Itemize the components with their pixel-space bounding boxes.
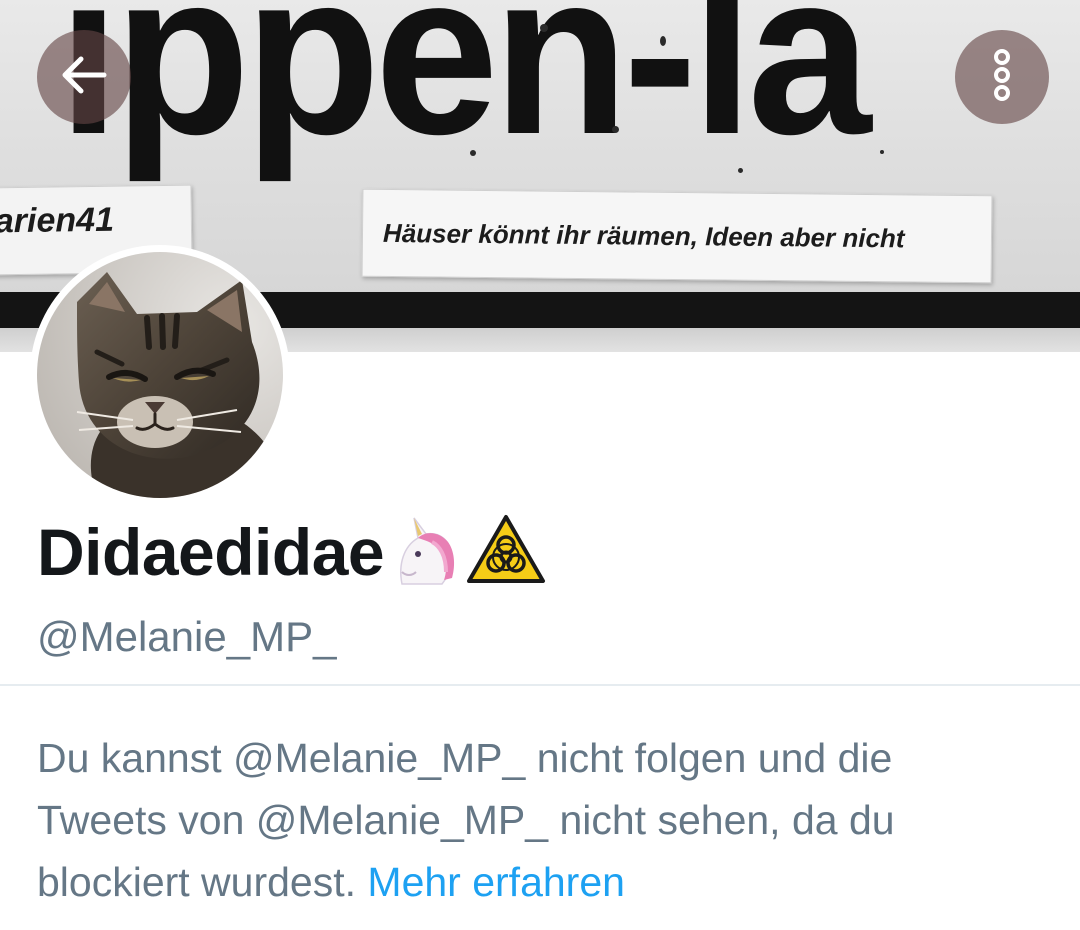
more-options-button[interactable]: [955, 30, 1049, 124]
blocked-notice: Du kannst @Melanie_MP_ nicht folgen und …: [37, 727, 1047, 913]
more-vertical-icon: [987, 47, 1017, 108]
banner-sticker-left-text: arien41: [0, 200, 115, 241]
banner-speck: [738, 168, 743, 173]
cat-avatar-image: [37, 252, 283, 498]
section-divider: [0, 684, 1080, 686]
blocked-notice-line3: blockiert wurdest.: [37, 859, 357, 905]
banner-street-sign-text: ippen-la: [58, 0, 871, 183]
biohazard-warning-emoji: [466, 513, 546, 590]
banner-sticker-right: Häuser könnt ihr räumen, Ideen aber nich…: [361, 188, 993, 284]
back-button[interactable]: [37, 30, 131, 124]
learn-more-link[interactable]: Mehr erfahren: [367, 859, 625, 905]
blocked-notice-line2: Tweets von @Melanie_MP_ nicht sehen, da …: [37, 797, 895, 843]
banner-speck: [880, 150, 884, 154]
banner-speck: [612, 126, 619, 133]
banner-speck: [540, 24, 548, 32]
display-name-row: Didaedidae: [37, 512, 546, 591]
banner-sticker-right-text: Häuser könnt ihr räumen, Ideen aber nich…: [382, 217, 905, 254]
unicorn-emoji: [388, 512, 462, 591]
profile-screen: ippen-la arien41 Häuser könnt ihr räumen…: [0, 0, 1080, 930]
banner-speck: [470, 150, 476, 156]
user-handle: @Melanie_MP_: [37, 613, 337, 660]
display-name: Didaedidae: [37, 514, 385, 589]
profile-avatar[interactable]: [30, 245, 290, 505]
arrow-left-icon: [56, 47, 112, 108]
blocked-notice-line1: Du kannst @Melanie_MP_ nicht folgen und …: [37, 735, 893, 781]
banner-speck: [660, 36, 666, 46]
